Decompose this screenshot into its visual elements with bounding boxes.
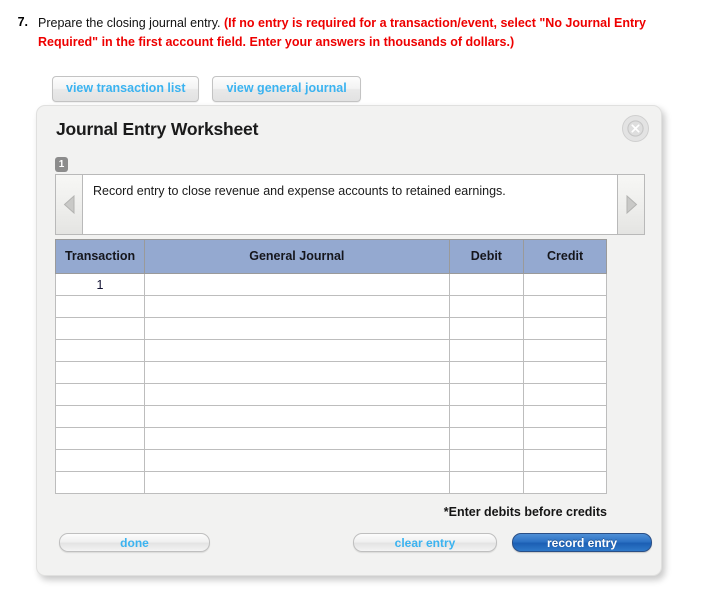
table-row	[54, 471, 607, 494]
chevron-left-icon[interactable]	[56, 175, 83, 234]
debits-before-credits-note: *Enter debits before credits	[443, 505, 607, 519]
instruction-text: Record entry to close revenue and expens…	[83, 175, 617, 234]
cell-debit-input[interactable]	[448, 405, 525, 428]
table-row	[54, 449, 607, 472]
cell-credit-input[interactable]	[523, 317, 607, 340]
cell-debit-input[interactable]	[448, 317, 525, 340]
cell-credit-input[interactable]	[523, 427, 607, 450]
table-row	[54, 405, 607, 428]
table-row	[54, 317, 607, 340]
cell-debit-input[interactable]	[448, 273, 525, 296]
cell-transaction	[54, 427, 146, 450]
cell-credit-input[interactable]	[523, 339, 607, 362]
table-row	[54, 339, 607, 362]
chevron-right-icon[interactable]	[617, 175, 644, 234]
question-text: Prepare the closing journal entry. (If n…	[28, 14, 700, 52]
cell-transaction	[54, 295, 146, 318]
cell-transaction	[54, 449, 146, 472]
page-title: Journal Entry Worksheet	[56, 119, 259, 139]
journal-table-wrap: Transaction General Journal Debit Credit…	[46, 239, 652, 494]
question-block: 7. Prepare the closing journal entry. (I…	[0, 14, 700, 52]
cell-general-journal-input[interactable]	[144, 317, 450, 340]
record-entry-button[interactable]: record entry	[512, 533, 652, 552]
cell-credit-input[interactable]	[523, 273, 607, 296]
step-badge: 1	[55, 157, 68, 172]
table-row: 1	[54, 273, 607, 296]
cell-general-journal-input[interactable]	[144, 449, 450, 472]
question-number: 7.	[17, 15, 28, 29]
cell-debit-input[interactable]	[448, 427, 525, 450]
cell-transaction	[54, 383, 146, 406]
cell-transaction	[54, 339, 146, 362]
journal-table-body: 1	[54, 273, 607, 494]
cell-debit-input[interactable]	[448, 383, 525, 406]
cell-debit-input[interactable]	[448, 361, 525, 384]
cell-transaction: 1	[54, 273, 146, 296]
table-header-row: Transaction General Journal Debit Credit	[54, 239, 607, 274]
cell-debit-input[interactable]	[448, 471, 525, 494]
column-header-transaction: Transaction	[54, 239, 146, 274]
cell-debit-input[interactable]	[448, 295, 525, 318]
column-header-credit: Credit	[523, 239, 607, 274]
journal-entry-table: Transaction General Journal Debit Credit…	[54, 239, 607, 494]
question-plain-text: Prepare the closing journal entry.	[38, 16, 221, 30]
instruction-navigator: Record entry to close revenue and expens…	[55, 174, 645, 235]
table-row	[54, 383, 607, 406]
view-transaction-list-button[interactable]: view transaction list	[52, 76, 200, 102]
cell-transaction	[54, 405, 146, 428]
cell-debit-input[interactable]	[448, 339, 525, 362]
column-header-general-journal: General Journal	[144, 239, 450, 274]
cell-transaction	[54, 471, 146, 494]
table-row	[54, 427, 607, 450]
cell-general-journal-input[interactable]	[144, 339, 450, 362]
cell-credit-input[interactable]	[523, 383, 607, 406]
journal-entry-worksheet-panel: Journal Entry Worksheet 1 Record entry t…	[36, 105, 662, 576]
cell-general-journal-input[interactable]	[144, 273, 450, 296]
cell-transaction	[54, 317, 146, 340]
cell-general-journal-input[interactable]	[144, 427, 450, 450]
cell-credit-input[interactable]	[523, 405, 607, 428]
view-general-journal-button[interactable]: view general journal	[212, 76, 361, 102]
cell-transaction	[54, 361, 146, 384]
cell-general-journal-input[interactable]	[144, 295, 450, 318]
cell-credit-input[interactable]	[523, 361, 607, 384]
close-icon[interactable]	[622, 115, 649, 142]
tab-button-row: view transaction list view general journ…	[52, 76, 361, 102]
cell-general-journal-input[interactable]	[144, 405, 450, 428]
done-button[interactable]: done	[59, 533, 210, 552]
cell-credit-input[interactable]	[523, 295, 607, 318]
clear-entry-button[interactable]: clear entry	[353, 533, 497, 552]
cell-credit-input[interactable]	[523, 449, 607, 472]
cell-debit-input[interactable]	[448, 449, 525, 472]
table-row	[54, 295, 607, 318]
cell-credit-input[interactable]	[523, 471, 607, 494]
table-row	[54, 361, 607, 384]
cell-general-journal-input[interactable]	[144, 471, 450, 494]
cell-general-journal-input[interactable]	[144, 383, 450, 406]
cell-general-journal-input[interactable]	[144, 361, 450, 384]
column-header-debit: Debit	[448, 239, 525, 274]
